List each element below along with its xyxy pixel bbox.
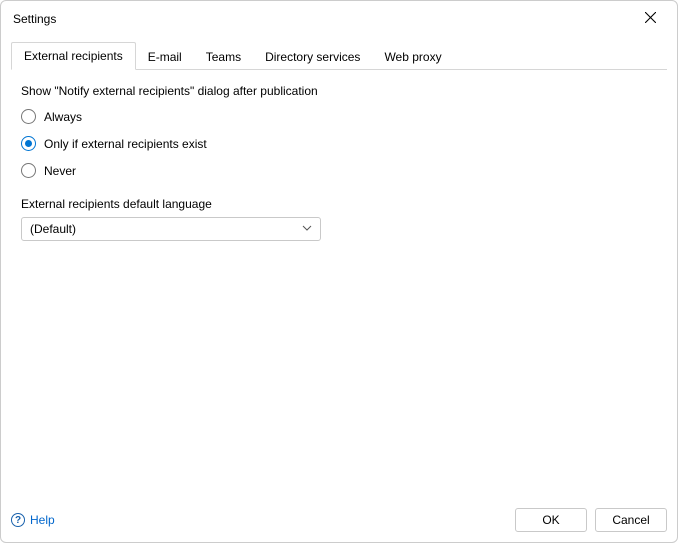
radio-only-if-exist[interactable]: Only if external recipients exist xyxy=(21,133,657,154)
window-title: Settings xyxy=(13,12,56,26)
help-icon: ? xyxy=(11,513,25,527)
ok-button[interactable]: OK xyxy=(515,508,587,532)
default-language-label: External recipients default language xyxy=(21,197,657,211)
default-language-dropdown[interactable]: (Default) xyxy=(21,217,321,241)
button-label: OK xyxy=(542,513,559,527)
content-area: External recipients E-mail Teams Directo… xyxy=(1,35,677,500)
radio-icon xyxy=(21,136,36,151)
tab-directory-services[interactable]: Directory services xyxy=(253,44,372,70)
radio-label: Always xyxy=(44,110,82,124)
chevron-down-icon xyxy=(302,222,312,236)
radio-always[interactable]: Always xyxy=(21,106,657,127)
radio-label: Only if external recipients exist xyxy=(44,137,207,151)
tab-web-proxy[interactable]: Web proxy xyxy=(372,44,453,70)
tab-label: External recipients xyxy=(24,49,123,63)
help-link[interactable]: ? Help xyxy=(11,513,55,527)
footer: ? Help OK Cancel xyxy=(1,500,677,542)
tab-label: Teams xyxy=(206,50,241,64)
close-icon xyxy=(645,12,656,26)
notify-dialog-label: Show "Notify external recipients" dialog… xyxy=(21,84,657,98)
tab-teams[interactable]: Teams xyxy=(194,44,253,70)
cancel-button[interactable]: Cancel xyxy=(595,508,667,532)
tab-external-recipients[interactable]: External recipients xyxy=(11,42,136,70)
tab-email[interactable]: E-mail xyxy=(136,44,194,70)
radio-icon xyxy=(21,109,36,124)
titlebar: Settings xyxy=(1,1,677,35)
radio-icon xyxy=(21,163,36,178)
settings-window: Settings External recipients E-mail Team… xyxy=(0,0,678,543)
help-label: Help xyxy=(30,513,55,527)
radio-never[interactable]: Never xyxy=(21,160,657,181)
tab-label: E-mail xyxy=(148,50,182,64)
button-label: Cancel xyxy=(612,513,649,527)
dropdown-value: (Default) xyxy=(30,222,76,236)
tab-strip: External recipients E-mail Teams Directo… xyxy=(11,41,667,70)
tab-label: Web proxy xyxy=(384,50,441,64)
close-button[interactable] xyxy=(635,7,665,31)
radio-label: Never xyxy=(44,164,76,178)
tab-panel-external-recipients: Show "Notify external recipients" dialog… xyxy=(11,70,667,490)
tab-label: Directory services xyxy=(265,50,360,64)
